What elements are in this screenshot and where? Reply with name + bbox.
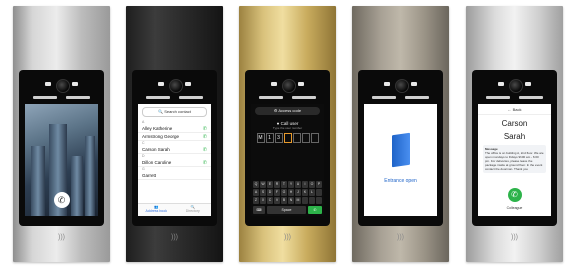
keyboard-key[interactable]: G bbox=[281, 189, 287, 196]
camera-lens bbox=[281, 79, 296, 93]
message-box: Message The office is on building A, 2nd… bbox=[483, 145, 546, 173]
call-button[interactable]: ✆ bbox=[507, 188, 522, 202]
entrance-open-screen: Entrance open bbox=[364, 104, 437, 216]
keyboard-key[interactable]: S bbox=[260, 189, 266, 196]
keyboard-key[interactable] bbox=[316, 189, 322, 196]
phone-icon[interactable]: ✆ bbox=[53, 192, 70, 208]
screen-bezel: 🔍 Search contact A Alley Katherine ✆ Arms… bbox=[132, 70, 217, 226]
keypad-screen: ⚙ Access code ● Call user Type the user … bbox=[251, 104, 324, 216]
screen-bezel: ⚙ Access code ● Call user Type the user … bbox=[245, 70, 330, 226]
space-key[interactable]: Space bbox=[267, 206, 306, 214]
phone-icon: ✆ bbox=[202, 160, 207, 166]
intercom-panel-silver: ✆ ))) bbox=[13, 6, 110, 262]
intercom-panel-bronze: Entrance open ))) bbox=[352, 6, 449, 262]
contact-first-name: Carson bbox=[501, 119, 528, 128]
keyboard-toggle-icon[interactable]: ⌨ bbox=[253, 206, 265, 214]
keyboard-key[interactable]: J bbox=[295, 189, 301, 196]
call-label: Colleague bbox=[506, 206, 523, 210]
keyboard-key[interactable]: Z bbox=[253, 197, 259, 204]
keyboard-key[interactable] bbox=[309, 197, 315, 204]
contact-item[interactable]: Carson Sarah ✆ bbox=[138, 146, 211, 154]
contact-item[interactable]: Armstrong George ✆ bbox=[138, 133, 211, 141]
keyboard-key[interactable]: F bbox=[274, 189, 280, 196]
digit-input[interactable]: M 1 3 bbox=[251, 133, 324, 143]
keyboard-key[interactable]: O bbox=[309, 181, 315, 188]
keyboard-key[interactable]: N bbox=[288, 197, 294, 204]
keyboard-key[interactable] bbox=[316, 197, 322, 204]
keyboard-key[interactable]: A bbox=[253, 189, 259, 196]
intercom-panel-light-silver: ← Back Carson Sarah Message The office i… bbox=[466, 6, 563, 262]
keyboard-key[interactable]: Y bbox=[288, 181, 294, 188]
indicator-led bbox=[72, 82, 78, 86]
indicator-led bbox=[45, 82, 51, 86]
keyboard: QWERTYUIOP ASDFGHJKL ZXCVBNM bbox=[253, 181, 322, 204]
keyboard-key[interactable]: W bbox=[260, 181, 266, 188]
search-contact-button[interactable]: 🔍 Search contact bbox=[142, 107, 207, 117]
screen-bezel: ✆ bbox=[19, 70, 104, 226]
rfid-reader-icon: ))) bbox=[397, 234, 404, 241]
contact-item[interactable]: Garrett bbox=[138, 172, 211, 180]
camera-lens bbox=[168, 79, 183, 93]
back-button[interactable]: ← Back bbox=[478, 104, 551, 115]
screen-bezel: Entrance open bbox=[358, 70, 443, 226]
keyboard-key[interactable]: P bbox=[316, 181, 322, 188]
rfid-reader-icon: ))) bbox=[511, 234, 518, 241]
keyboard-key[interactable]: B bbox=[281, 197, 287, 204]
contact-detail-screen: ← Back Carson Sarah Message The office i… bbox=[478, 104, 551, 216]
keyboard-key[interactable]: I bbox=[302, 181, 308, 188]
keyboard-key[interactable]: V bbox=[274, 197, 280, 204]
keyboard-key[interactable]: D bbox=[267, 189, 273, 196]
keyboard-key[interactable]: T bbox=[281, 181, 287, 188]
rfid-reader-icon: ))) bbox=[284, 234, 291, 241]
tab-directory[interactable]: 🔍 Directory bbox=[175, 204, 212, 216]
keyboard-key[interactable] bbox=[302, 197, 308, 204]
keyboard-key[interactable]: M bbox=[295, 197, 301, 204]
keyboard-key[interactable]: X bbox=[260, 197, 266, 204]
phone-icon: ✆ bbox=[202, 134, 207, 140]
light-bar bbox=[33, 96, 57, 99]
intercom-panel-gold: ⚙ Access code ● Call user Type the user … bbox=[239, 6, 336, 262]
call-user-hint: Type the user number bbox=[272, 126, 303, 130]
keyboard-key[interactable]: L bbox=[309, 189, 315, 196]
camera-lens bbox=[394, 79, 409, 93]
rfid-reader-icon: ))) bbox=[58, 234, 65, 241]
camera-lens bbox=[508, 79, 523, 93]
address-book-screen: 🔍 Search contact A Alley Katherine ✆ Arms… bbox=[138, 104, 211, 216]
keyboard-key[interactable]: Q bbox=[253, 181, 259, 188]
video-screen: ✆ bbox=[25, 104, 98, 216]
keyboard-key[interactable]: K bbox=[302, 189, 308, 196]
light-bar bbox=[66, 96, 90, 99]
camera-lens bbox=[55, 79, 70, 93]
phone-icon: ✆ bbox=[202, 126, 207, 132]
keyboard-key[interactable]: E bbox=[267, 181, 273, 188]
call-button[interactable]: ✆ bbox=[308, 206, 322, 214]
bottom-tab-bar: 👥 Address book 🔍 Directory bbox=[138, 203, 211, 216]
contact-item[interactable]: Dillon Caroline ✆ bbox=[138, 159, 211, 167]
rfid-reader-icon: ))) bbox=[171, 234, 178, 241]
contact-last-name: Sarah bbox=[503, 132, 526, 141]
keyboard-key[interactable]: R bbox=[274, 181, 280, 188]
keyboard-key[interactable]: C bbox=[267, 197, 273, 204]
keyboard-key[interactable]: U bbox=[295, 181, 301, 188]
intercom-panel-black: 🔍 Search contact A Alley Katherine ✆ Arms… bbox=[126, 6, 223, 262]
screen-bezel: ← Back Carson Sarah Message The office i… bbox=[472, 70, 557, 226]
phone-icon: ✆ bbox=[202, 147, 207, 153]
access-code-button[interactable]: ⚙ Access code bbox=[255, 107, 320, 115]
tab-address-book[interactable]: 👥 Address book bbox=[138, 204, 175, 216]
door-icon bbox=[391, 132, 410, 168]
contact-item[interactable]: Alley Katherine ✆ bbox=[138, 125, 211, 133]
message-body: The office is on building A, 2nd floor. … bbox=[485, 151, 544, 171]
entrance-status: Entrance open bbox=[384, 178, 417, 184]
keyboard-key[interactable]: H bbox=[288, 189, 294, 196]
